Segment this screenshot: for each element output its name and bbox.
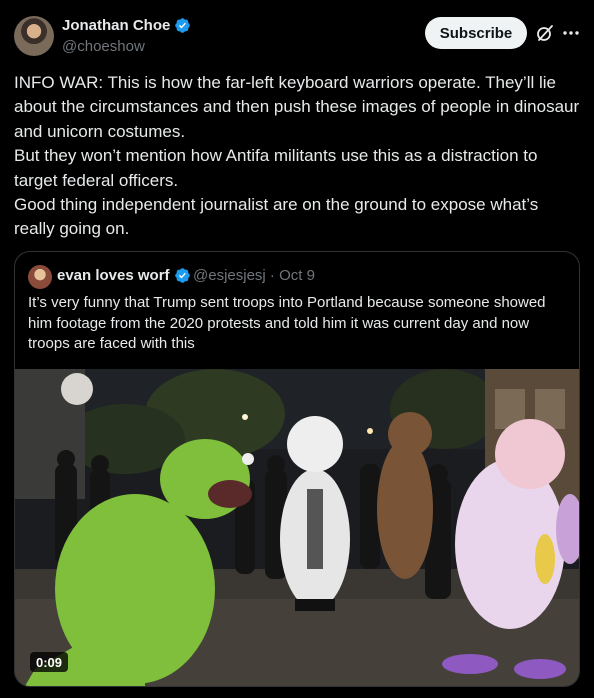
author-name-row[interactable]: Jonathan Choe [62,17,191,34]
post-text: INFO WAR: This is how the far-left keybo… [14,73,580,239]
author-display-name[interactable]: Jonathan Choe [62,17,170,34]
subscribe-button[interactable]: Subscribe [425,17,527,49]
quoted-post[interactable]: evan loves worf @esjesjesj · Oct 9 It’s … [14,251,580,687]
quoted-author-name-row[interactable]: evan loves worf [57,267,191,284]
author-handle[interactable]: @choeshow [62,38,145,55]
quoted-handle-date[interactable]: @esjesjesj · Oct 9 [193,267,315,284]
author-avatar[interactable] [14,16,54,56]
video-duration-badge: 0:09 [30,652,69,672]
video-frame [15,369,579,686]
quoted-verified-badge-icon [174,268,190,283]
quoted-post-text: It’s very funny that Trump sent troops i… [28,294,546,352]
video-player[interactable]: 0:09 [15,369,579,686]
quoted-author-display-name[interactable]: evan loves worf [57,267,170,284]
quoted-author-avatar[interactable] [28,265,52,289]
more-options-icon[interactable] [561,23,581,43]
verified-badge-icon [175,18,191,33]
grok-icon[interactable] [535,23,555,43]
